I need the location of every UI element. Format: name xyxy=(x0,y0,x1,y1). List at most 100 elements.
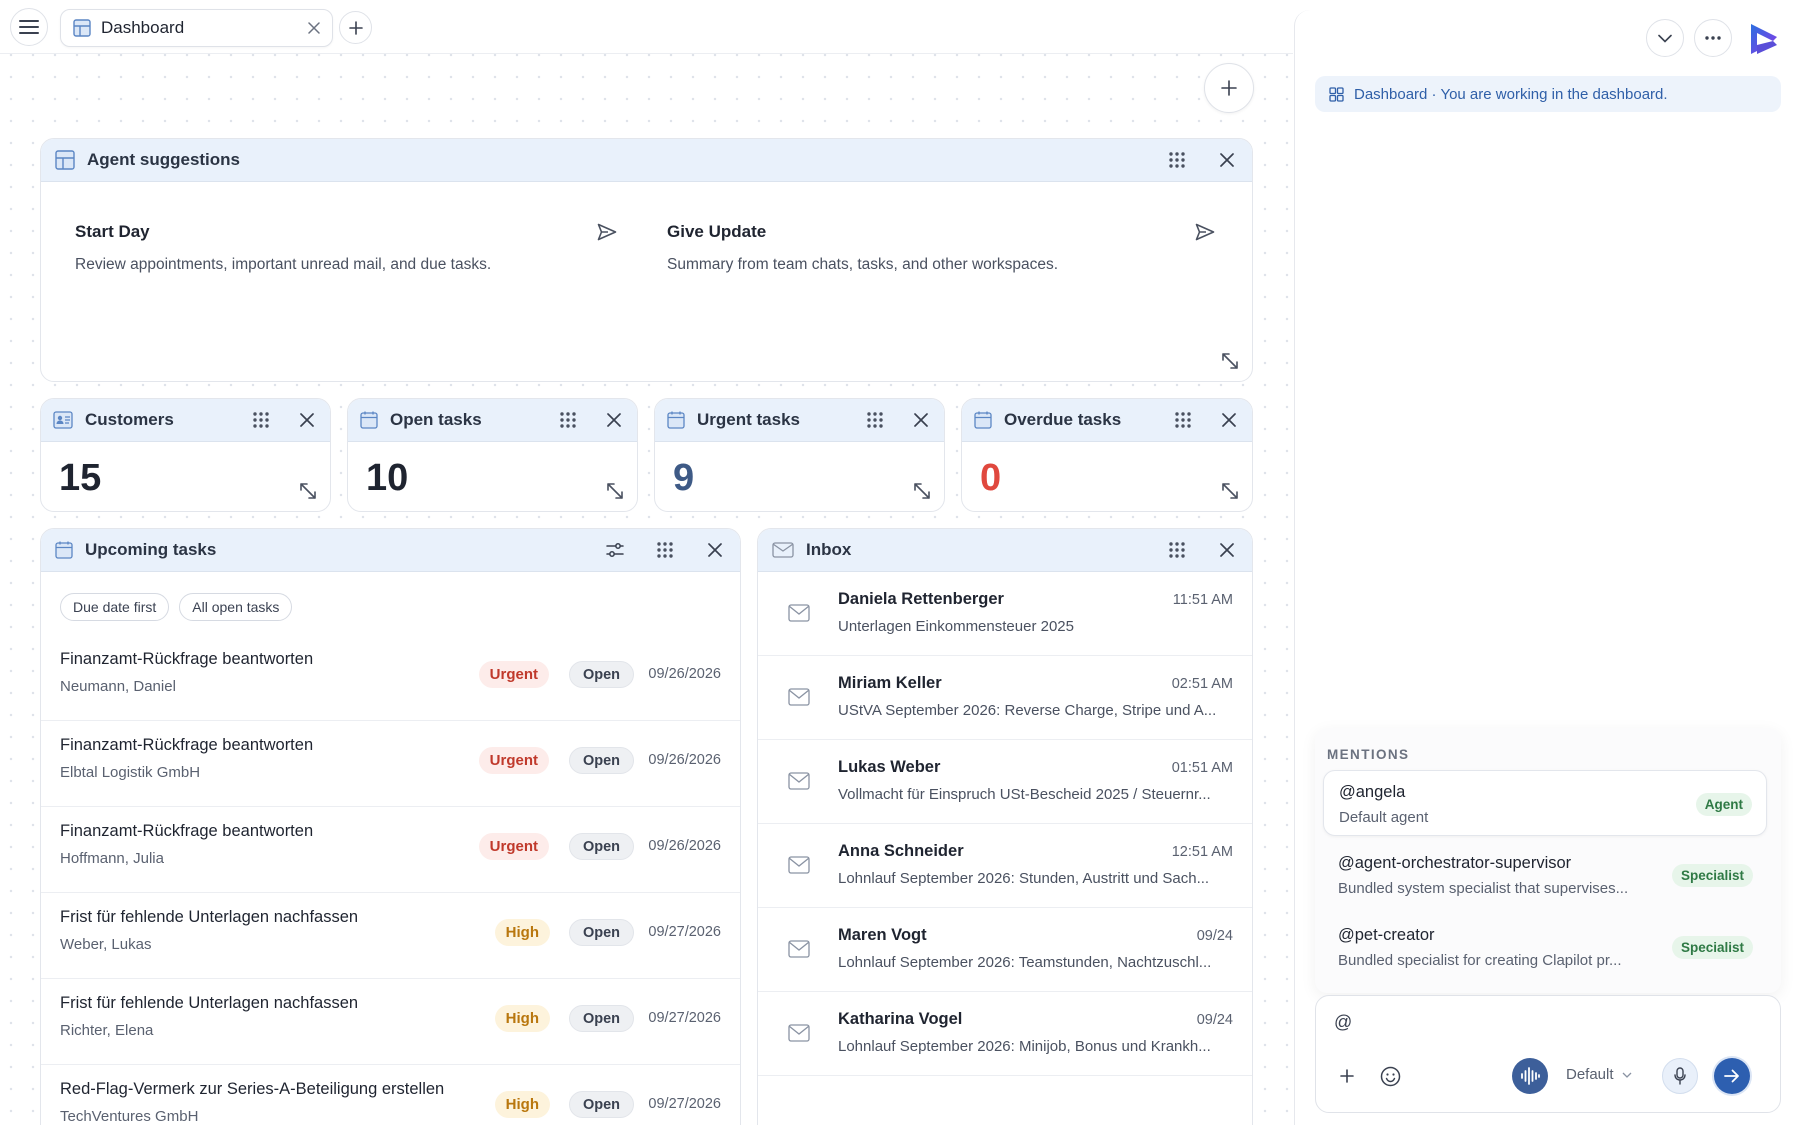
expand-icon[interactable] xyxy=(605,481,625,501)
microphone-icon xyxy=(1674,1067,1686,1085)
new-tab-button[interactable] xyxy=(339,11,372,44)
overdue-tasks-widget: Overdue tasks 0 xyxy=(961,398,1253,512)
mail-list: Daniela Rettenberger 11:51 AM Unterlagen E… xyxy=(758,529,1252,1125)
expand-icon[interactable] xyxy=(912,481,932,501)
expand-icon[interactable] xyxy=(1220,351,1240,371)
send-button[interactable] xyxy=(1714,1058,1750,1094)
priority-badge: High xyxy=(494,1005,550,1032)
priority-badge: High xyxy=(494,919,550,946)
chevron-down-icon xyxy=(1622,1072,1631,1078)
close-icon[interactable] xyxy=(1216,149,1238,171)
mail-time: 09/24 xyxy=(1196,1012,1233,1028)
attach-plus-icon[interactable] xyxy=(1339,1068,1355,1084)
drag-handle-icon[interactable] xyxy=(250,409,272,431)
priority-badge: Urgent xyxy=(478,747,549,774)
suggestion-title: Start Day xyxy=(75,222,150,241)
mention-badge: Specialist xyxy=(1671,864,1753,887)
widget-title: Overdue tasks xyxy=(1004,410,1122,429)
mention-item[interactable]: @angela Default agent Agent xyxy=(1323,770,1767,836)
widget-header: Agent suggestions xyxy=(41,139,1252,182)
task-row[interactable]: Finanzamt-Rückfrage beantworten Elbtal Lo… xyxy=(41,721,740,807)
close-icon[interactable] xyxy=(910,409,932,431)
mention-description: Default agent xyxy=(1339,809,1429,826)
calendar-icon xyxy=(667,411,685,429)
drag-handle-icon[interactable] xyxy=(1166,149,1188,171)
close-tab-icon[interactable] xyxy=(308,22,320,34)
mail-row[interactable]: Katharina Vogel 09/24 Lohnlauf September 2… xyxy=(758,992,1252,1076)
task-client: Hoffmann, Julia xyxy=(60,850,164,867)
mail-row[interactable]: Daniela Rettenberger 11:51 AM Unterlagen E… xyxy=(758,572,1252,656)
suggestion-card-give-update[interactable]: Give Update Summary from team chats, tas… xyxy=(653,197,1233,315)
close-icon[interactable] xyxy=(296,409,318,431)
task-row[interactable]: Finanzamt-Rückfrage beantworten Hoffmann,… xyxy=(41,807,740,893)
widget-title: Agent suggestions xyxy=(87,150,241,169)
expand-icon[interactable] xyxy=(1220,481,1240,501)
drag-handle-icon[interactable] xyxy=(557,409,579,431)
mail-icon xyxy=(788,688,810,706)
assistant-panel: Dashboard · You are working in the dashb… xyxy=(1294,10,1800,1125)
task-due-date: 09/26/2026 xyxy=(648,752,721,768)
menu-button[interactable] xyxy=(10,8,48,46)
mail-time: 09/24 xyxy=(1196,928,1233,944)
drag-handle-icon[interactable] xyxy=(1172,409,1194,431)
tab-title: Dashboard xyxy=(101,18,185,37)
mention-badge: Agent xyxy=(1695,793,1752,816)
status-badge: Open xyxy=(568,661,634,688)
mail-sender: Miriam Keller xyxy=(838,674,942,692)
status-badge: Open xyxy=(568,747,634,774)
task-row[interactable]: Finanzamt-Rückfrage beantworten Neumann, … xyxy=(41,635,740,721)
mail-row[interactable]: Anna Schneider 12:51 AM Lohnlauf September… xyxy=(758,824,1252,908)
mail-icon xyxy=(788,772,810,790)
mail-row[interactable]: Lukas Weber 01:51 AM Vollmacht für Einspru… xyxy=(758,740,1252,824)
mention-name: @agent-orchestrator-supervisor xyxy=(1338,854,1572,872)
collapse-button[interactable] xyxy=(1646,19,1684,57)
widget-header: Customers xyxy=(41,399,330,442)
suggestion-card-start-day[interactable]: Start Day Review appointments, important… xyxy=(57,197,635,315)
more-options-button[interactable] xyxy=(1694,19,1732,57)
mail-row[interactable]: Maren Vogt 09/24 Lohnlauf September 2026: … xyxy=(758,908,1252,992)
drag-handle-icon[interactable] xyxy=(864,409,886,431)
mail-time: 02:51 AM xyxy=(1171,676,1233,692)
add-widget-button[interactable] xyxy=(1204,63,1254,113)
mail-time: 11:51 AM xyxy=(1172,592,1233,608)
suggestion-description: Summary from team chats, tasks, and othe… xyxy=(667,256,1059,273)
task-title: Frist für fehlende Unterlagen nachfassen xyxy=(60,994,359,1012)
priority-badge: Urgent xyxy=(478,661,549,688)
task-due-date: 09/27/2026 xyxy=(648,1010,721,1026)
close-icon[interactable] xyxy=(603,409,625,431)
context-text: · You are working in the dashboard. xyxy=(1427,85,1668,103)
send-icon[interactable] xyxy=(597,223,617,241)
status-badge: Open xyxy=(568,1091,634,1118)
message-input[interactable]: @ xyxy=(1334,1012,1352,1033)
mail-row[interactable]: Miriam Keller 02:51 AM UStVA September 202… xyxy=(758,656,1252,740)
priority-badge: Urgent xyxy=(478,833,549,860)
agent-suggestions-widget: Agent suggestions Start Day Review appoi… xyxy=(40,138,1253,382)
mention-item[interactable]: @agent-orchestrator-supervisor Bundled s… xyxy=(1323,842,1767,908)
mail-subject: Vollmacht für Einspruch USt-Bescheid 202… xyxy=(838,786,1211,803)
task-row[interactable]: Frist für fehlende Unterlagen nachfassen… xyxy=(41,979,740,1065)
dashboard-icon xyxy=(73,19,91,37)
task-row[interactable]: Frist für fehlende Unterlagen nachfassen… xyxy=(41,893,740,979)
dashboard-icon xyxy=(55,150,75,170)
send-icon[interactable] xyxy=(1195,223,1215,241)
task-client: Richter, Elena xyxy=(60,1022,154,1039)
mention-item[interactable]: @pet-creator Bundled specialist for crea… xyxy=(1323,914,1767,980)
mention-description: Bundled specialist for creating Clapilot… xyxy=(1338,952,1622,969)
tab-dashboard[interactable]: Dashboard xyxy=(60,9,333,47)
voice-mode-button[interactable] xyxy=(1512,1058,1548,1094)
waveform-icon xyxy=(1521,1067,1540,1085)
context-banner: Dashboard · You are working in the dashb… xyxy=(1315,76,1781,112)
mail-subject: Unterlagen Einkommensteuer 2025 xyxy=(838,618,1074,635)
task-row[interactable]: Red-Flag-Vermerk zur Series-A-Beteiligun… xyxy=(41,1065,740,1125)
close-icon[interactable] xyxy=(1218,409,1240,431)
widget-header: Urgent tasks xyxy=(655,399,944,442)
microphone-button[interactable] xyxy=(1662,1058,1698,1094)
model-select[interactable]: Default xyxy=(1566,1066,1632,1083)
top-bar: Dashboard xyxy=(0,0,1293,54)
stat-value: 0 xyxy=(980,457,1002,499)
stat-value: 10 xyxy=(366,457,409,499)
expand-icon[interactable] xyxy=(298,481,318,501)
emoji-icon[interactable] xyxy=(1380,1066,1401,1087)
task-title: Frist für fehlende Unterlagen nachfassen xyxy=(60,908,359,926)
mail-time: 01:51 AM xyxy=(1171,760,1233,776)
